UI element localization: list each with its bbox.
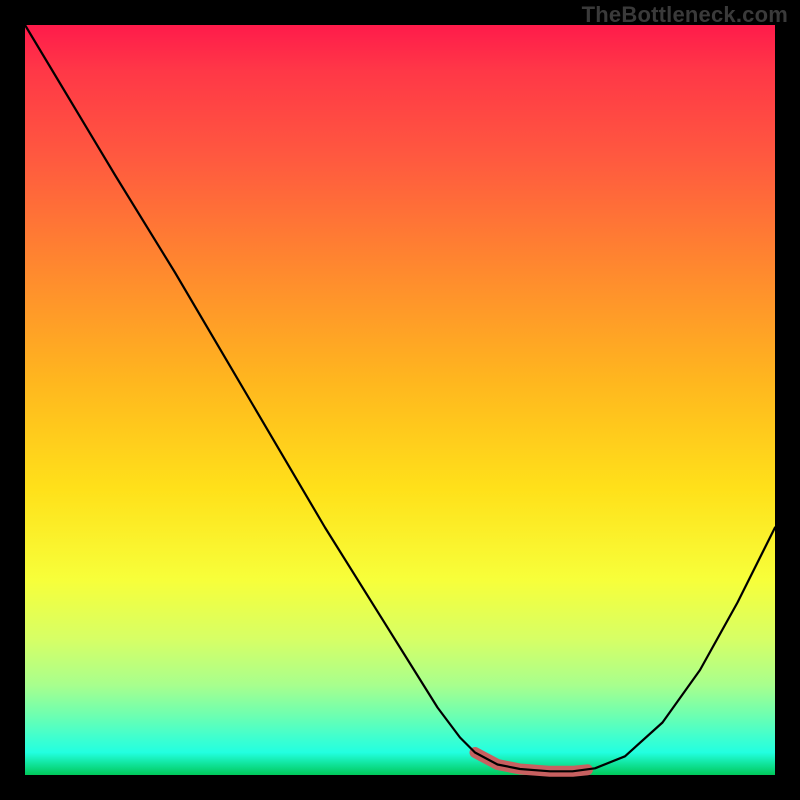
bottleneck-curve: [25, 25, 775, 771]
chart-frame: TheBottleneck.com: [0, 0, 800, 800]
watermark-text: TheBottleneck.com: [582, 2, 788, 28]
chart-svg: [25, 25, 775, 775]
chart-plot-area: [25, 25, 775, 775]
